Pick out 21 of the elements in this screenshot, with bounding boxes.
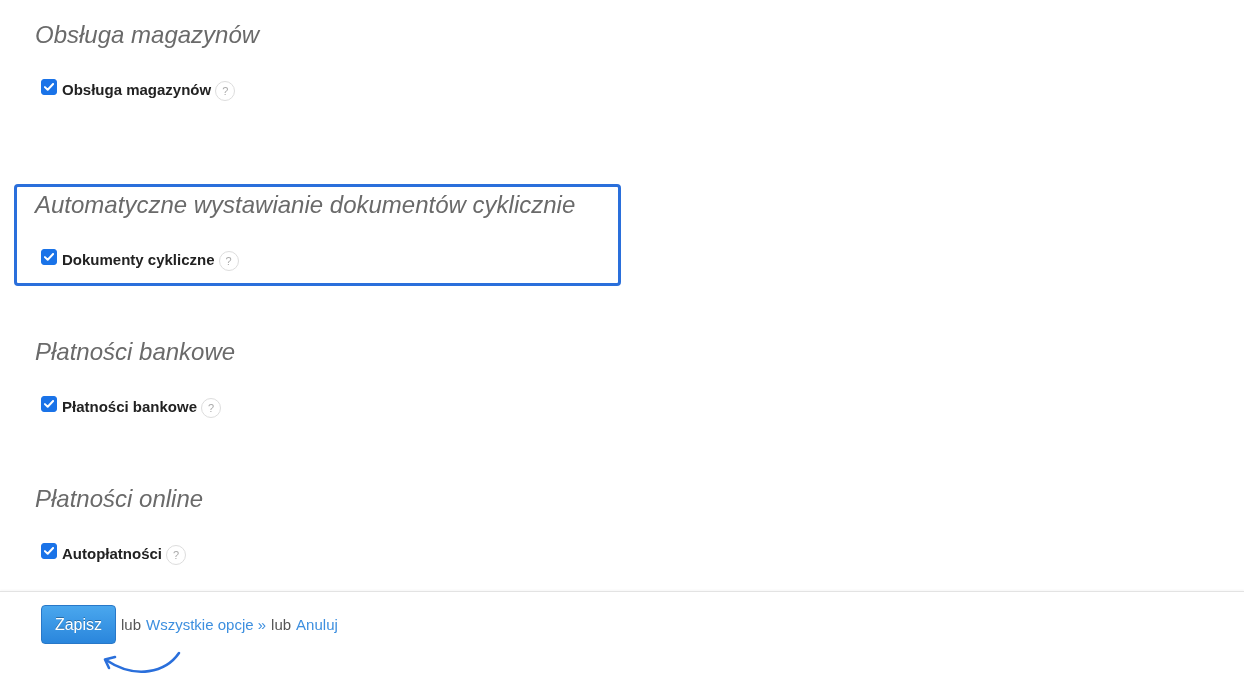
checkbox[interactable] (41, 248, 57, 265)
save-button[interactable]: Zapisz (41, 605, 116, 644)
checkmark-icon (44, 252, 54, 261)
checkbox-label: Obsługa magazynów (62, 80, 212, 98)
footer-text: lub (121, 616, 142, 633)
checkbox-label: Płatności bankowe (62, 397, 198, 415)
footer-text: lub (271, 616, 292, 633)
checkbox-label: Dokumenty cykliczne (62, 250, 215, 268)
checkbox[interactable] (41, 542, 57, 559)
checkmark-icon (44, 82, 54, 91)
section-heading: Automatyczne wystawianie dokumentów cyklicznie (35, 190, 576, 220)
section-heading: Obsługa magazynów (35, 20, 260, 50)
checkbox[interactable] (41, 395, 57, 412)
section-heading: Płatności online (35, 484, 204, 514)
footer-link[interactable]: Wszystkie opcje » (146, 616, 267, 633)
checkmark-icon (44, 546, 54, 555)
footer-link[interactable]: Anuluj (296, 616, 338, 633)
checkbox[interactable] (41, 78, 57, 95)
checkmark-icon (44, 399, 54, 408)
checkbox-label: Autopłatności (62, 544, 162, 562)
section-heading: Płatności bankowe (35, 337, 236, 367)
